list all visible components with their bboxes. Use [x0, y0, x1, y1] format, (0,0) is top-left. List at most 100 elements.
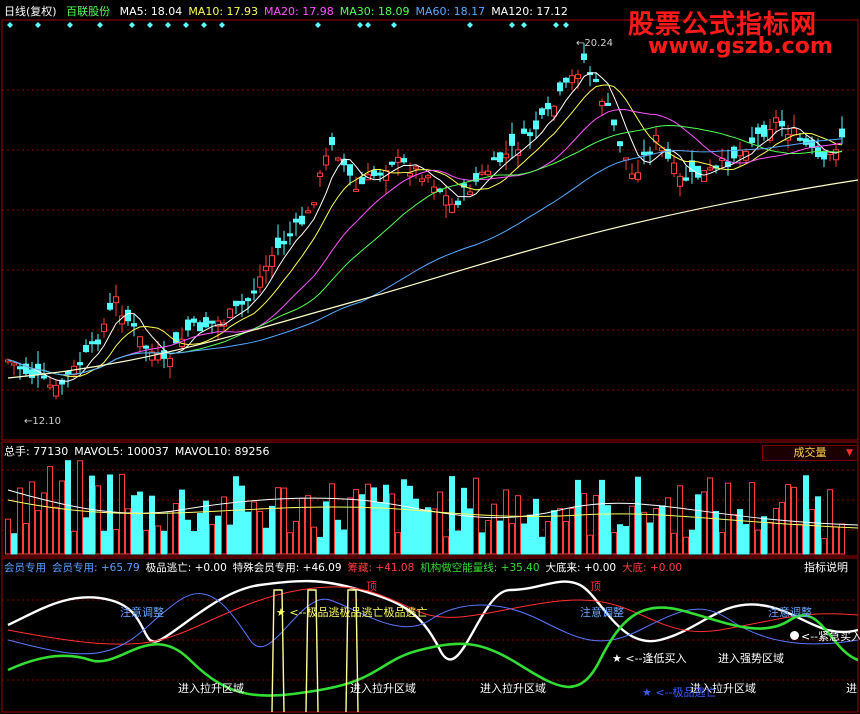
- volume-bar-92: [557, 508, 563, 555]
- candle-body-44: [269, 255, 275, 267]
- ma60-line: [7, 138, 843, 376]
- volume-bar-38: [233, 476, 239, 555]
- candle-body-43: [263, 265, 269, 272]
- candle-body-33: [203, 317, 209, 328]
- price-panel-frame: [1, 19, 859, 441]
- volume-bar-96: [581, 493, 587, 555]
- volume-bar-137: [827, 489, 833, 555]
- volume-bar-47: [287, 532, 293, 555]
- volume-bars[interactable]: [5, 460, 859, 555]
- signal-enter-lift-1: 进入拉升区域: [178, 682, 244, 695]
- volume-bar-130: [785, 484, 791, 555]
- volume-bar-9: [59, 480, 65, 555]
- volume-bar-44: [269, 505, 275, 555]
- ma-label-1: MA10: 17.93: [188, 5, 259, 18]
- volume-bar-26: [161, 530, 167, 555]
- signal-diamond-9: [219, 22, 225, 28]
- candle-body-74: [449, 203, 455, 213]
- volume-label-1: MAVOL5: 100037: [74, 445, 169, 458]
- stock-name: 百联股份: [66, 5, 111, 18]
- candle-body-95: [575, 74, 581, 79]
- volume-bar-120: [725, 482, 731, 555]
- candle-body-48: [293, 218, 299, 223]
- indicator-label-0: 会员专用: [4, 562, 46, 574]
- signal-diamond-2: [67, 22, 73, 28]
- candle-body-20: [125, 309, 131, 322]
- candle-body-53: [323, 155, 329, 166]
- volume-bar-86: [521, 523, 527, 555]
- candle-body-83: [503, 153, 509, 159]
- signal-diamond-14: [467, 22, 473, 28]
- volume-bar-64: [389, 493, 395, 555]
- signal-diamond-17: [553, 22, 559, 28]
- candle-body-67: [407, 172, 413, 177]
- candle-body-52: [317, 172, 323, 178]
- volume-bar-101: [611, 532, 617, 555]
- candle-body-37: [227, 308, 233, 318]
- volume-bar-29: [179, 489, 185, 555]
- candle-body-138: [833, 149, 839, 161]
- candle-body-42: [257, 276, 263, 288]
- candle-body-87: [527, 132, 533, 137]
- price-candles[interactable]: [5, 43, 845, 400]
- candle-body-30: [185, 319, 191, 331]
- volume-bar-100: [605, 505, 611, 555]
- volume-bar-78: [473, 477, 479, 555]
- signal-low-buy: ★ <--逢低买入: [612, 652, 687, 665]
- volume-bar-76: [461, 487, 467, 555]
- volume-bar-115: [695, 494, 701, 555]
- candle-body-16: [101, 323, 107, 333]
- indicator-label-6: 大底来: +0.00: [545, 562, 617, 574]
- candle-body-89: [539, 108, 545, 115]
- candle-body-22: [137, 336, 143, 348]
- candle-body-99: [599, 100, 605, 107]
- candle-body-125: [755, 127, 761, 134]
- candle-body-1: [11, 362, 17, 366]
- indicator-help-button[interactable]: 指标说明: [804, 561, 848, 575]
- candle-body-59: [359, 177, 365, 185]
- candle-body-54: [329, 137, 335, 146]
- ma-label-4: MA60: 18.17: [415, 5, 486, 18]
- candle-body-116: [701, 169, 707, 182]
- volume-label-0: 总手: 77130: [4, 445, 69, 458]
- volume-bar-51: [311, 526, 317, 555]
- volume-indicator-select[interactable]: 成交量 ▼: [762, 445, 858, 461]
- volume-bar-119: [719, 531, 725, 555]
- volume-bar-0: [5, 518, 11, 555]
- volume-bar-74: [449, 476, 455, 555]
- moving-average-lines: [7, 72, 859, 382]
- signal-top-1: 顶: [366, 580, 377, 593]
- volume-bar-109: [659, 505, 665, 555]
- signal-urgent-buy: <--紧急买入: [790, 630, 860, 643]
- candle-body-38: [233, 300, 239, 307]
- volume-bar-85: [515, 495, 521, 555]
- volume-bar-127: [767, 521, 773, 555]
- volume-bar-99: [599, 479, 605, 555]
- indicator-label-3: 特殊会员专用: +46.09: [232, 562, 342, 574]
- candle-body-21: [131, 323, 137, 327]
- volume-bar-72: [437, 491, 443, 555]
- candle-body-124: [749, 137, 755, 143]
- ma10-line: [7, 84, 843, 378]
- candle-body-101: [611, 119, 617, 126]
- period-label[interactable]: 日线(复权): [4, 5, 57, 18]
- signal-diamond-5: [147, 22, 153, 28]
- volume-bar-75: [455, 530, 461, 555]
- volume-bar-138: [833, 526, 839, 555]
- candle-body-61: [371, 170, 377, 177]
- candle-body-126: [761, 124, 767, 137]
- volume-bar-10: [65, 460, 71, 555]
- ma5-line: [7, 72, 843, 382]
- volume-header: 总手: 77130 MAVOL5: 100037 MAVOL10: 89256: [4, 444, 275, 460]
- volume-bar-66: [401, 479, 407, 555]
- volume-bar-46: [281, 487, 287, 555]
- ma-label-0: MA5: 18.04: [119, 5, 183, 18]
- candle-body-79: [479, 171, 485, 175]
- volume-bar-34: [209, 523, 215, 555]
- signal-diamond-8: [201, 22, 207, 28]
- candle-body-107: [647, 151, 653, 155]
- volume-bar-81: [491, 503, 497, 555]
- candle-body-70: [425, 175, 431, 179]
- candle-body-136: [821, 151, 827, 160]
- signal-diamond-13: [391, 22, 397, 28]
